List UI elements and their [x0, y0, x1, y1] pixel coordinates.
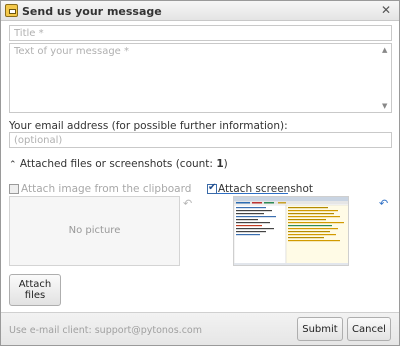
- close-icon[interactable]: ✕: [379, 3, 393, 17]
- title-input[interactable]: [9, 25, 392, 41]
- email-input[interactable]: [9, 132, 392, 148]
- clipboard-label: Attach image from the clipboard: [21, 183, 192, 195]
- dialog-footer: Use e-mail client: support@pytonos.com S…: [1, 312, 399, 345]
- send-message-dialog: Send us your message ✕ ▲ ▼ Your email ad…: [0, 0, 400, 346]
- attachments-header-close: ): [223, 158, 228, 170]
- cancel-button[interactable]: Cancel: [347, 317, 391, 341]
- clipboard-checkbox[interactable]: [9, 184, 19, 194]
- screenshot-focus-underline: [217, 193, 288, 194]
- message-textarea[interactable]: [9, 43, 392, 113]
- attach-files-button[interactable]: Attach files: [9, 274, 61, 306]
- no-picture-text: No picture: [68, 225, 121, 236]
- scroll-up-icon[interactable]: ▲: [382, 47, 390, 54]
- clipboard-preview: No picture: [9, 196, 180, 266]
- attachments-count: 1: [216, 158, 224, 170]
- undo-clipboard-icon[interactable]: ↶: [183, 197, 192, 210]
- chevron-up-icon[interactable]: ⌃: [9, 160, 17, 170]
- undo-screenshot-icon[interactable]: ↶: [379, 197, 388, 210]
- submit-button[interactable]: Submit: [297, 317, 343, 341]
- attachments-header-label: Attached files or screenshots (count:: [19, 158, 217, 170]
- screenshot-thumbnail[interactable]: [233, 196, 349, 266]
- screenshot-checkbox[interactable]: [207, 182, 217, 194]
- dialog-title: Send us your message: [22, 5, 162, 18]
- email-client-link[interactable]: Use e-mail client: support@pytonos.com: [9, 325, 202, 336]
- email-label: Your email address (for possible further…: [9, 120, 288, 132]
- app-icon: [5, 4, 18, 17]
- attachments-header[interactable]: ⌃ Attached files or screenshots (count: …: [9, 158, 228, 170]
- title-bar: Send us your message ✕: [1, 1, 399, 21]
- screenshot-thumbnail-image: [234, 197, 348, 265]
- scroll-down-icon[interactable]: ▼: [382, 103, 390, 110]
